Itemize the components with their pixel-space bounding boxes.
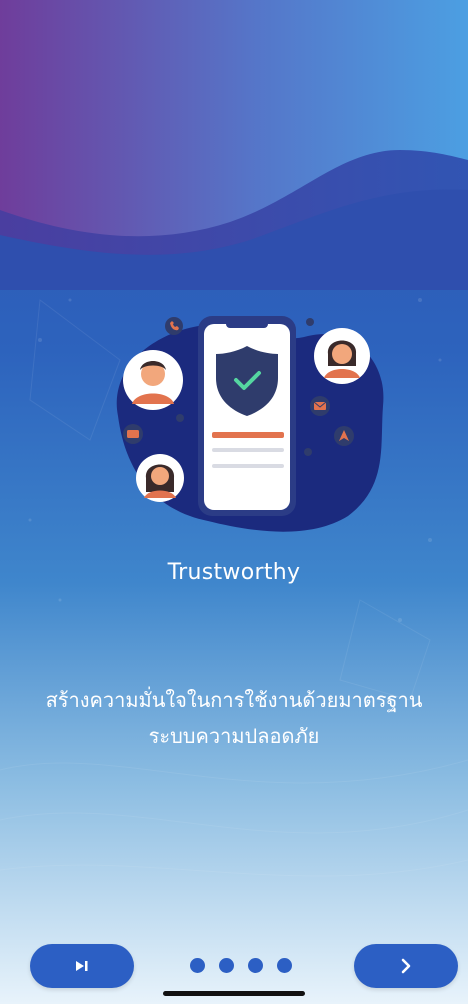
navigation-arrow-icon (334, 426, 354, 446)
header-wave (0, 0, 468, 290)
skip-button[interactable] (30, 944, 134, 988)
onboarding-title: Trustworthy (167, 560, 301, 585)
avatar-left (123, 350, 183, 410)
page-dot[interactable] (248, 958, 263, 973)
home-indicator (163, 991, 305, 996)
page-dot[interactable] (219, 958, 234, 973)
next-button[interactable] (354, 944, 458, 988)
avatar-right (314, 328, 370, 384)
chevron-right-icon (401, 958, 411, 974)
avatar-bottom (136, 454, 184, 502)
phone-call-icon (165, 317, 183, 335)
onboarding-screen: Trustworthy สร้างความมั่นใจในการใช้งานด้… (0, 0, 468, 1004)
credit-card-icon (123, 424, 143, 444)
skip-to-end-icon (76, 961, 88, 971)
page-dot[interactable] (190, 958, 205, 973)
mail-icon (310, 396, 330, 416)
onboarding-description: สร้างความมั่นใจในการใช้งานด้วยมาตรฐาน ระ… (45, 688, 423, 748)
page-indicator (190, 958, 300, 974)
security-illustration (116, 316, 384, 532)
page-dot[interactable] (277, 958, 292, 973)
